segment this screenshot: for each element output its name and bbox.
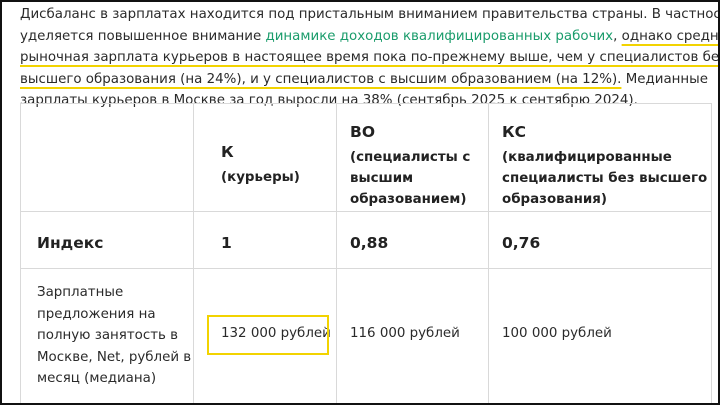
header-desc: (специалисты с bbox=[350, 150, 471, 165]
salary-label-line: предложения на bbox=[37, 306, 156, 322]
header-skilled-no-degree: КС (квалифицированные специалисты без вы… bbox=[502, 122, 707, 210]
header-desc: образованием) bbox=[350, 192, 467, 207]
header-desc: (курьеры) bbox=[221, 170, 300, 185]
column-divider bbox=[336, 104, 337, 403]
header-desc: высшим bbox=[350, 171, 414, 186]
paragraph-text: , bbox=[613, 28, 622, 44]
column-divider bbox=[193, 104, 194, 403]
paragraph-text: Медианные bbox=[621, 71, 708, 87]
header-code: ВО bbox=[350, 123, 375, 141]
paragraph-text: уделяется повышенное внимание bbox=[20, 28, 266, 44]
salary-value-skilled: 100 000 рублей bbox=[502, 326, 612, 341]
paragraph-line-2: уделяется повышенное внимание динамике д… bbox=[20, 26, 718, 48]
salary-value-higher-education: 116 000 рублей bbox=[350, 326, 460, 341]
salary-label: Зарплатные предложения на полную занятос… bbox=[37, 282, 191, 390]
highlighted-text: рыночная зарплата курьеров в настоящее в… bbox=[20, 50, 720, 65]
salary-label-line: Москве, Net, рублей в bbox=[37, 349, 192, 365]
paragraph-line-3: рыночная зарплата курьеров в настоящее в… bbox=[20, 47, 718, 69]
salary-label-line: Зарплатные bbox=[37, 285, 124, 300]
paragraph-line-1: Дисбаланс в зарплатах находится под прис… bbox=[20, 7, 720, 22]
row-divider bbox=[21, 211, 711, 212]
highlight-box bbox=[207, 315, 329, 355]
highlighted-text: высшего образования (на 24%), и у специа… bbox=[20, 71, 622, 87]
header-couriers: К (курьеры) bbox=[221, 142, 300, 188]
header-higher-education: ВО (специалисты с высшим образованием) bbox=[350, 122, 470, 210]
row-divider bbox=[21, 268, 711, 269]
header-desc: (квалифицированные bbox=[502, 150, 672, 165]
column-divider bbox=[488, 104, 489, 403]
document-frame: Дисбаланс в зарплатах находится под прис… bbox=[0, 0, 720, 405]
income-dynamics-link[interactable]: динамике доходов квалифицированных рабоч… bbox=[265, 29, 613, 44]
header-code: КС bbox=[502, 123, 527, 141]
salary-label-line: полную занятость в bbox=[37, 328, 179, 343]
index-value-skilled: 0,76 bbox=[502, 234, 541, 252]
header-desc: специалисты без высшего bbox=[502, 171, 708, 186]
index-value-higher-education: 0,88 bbox=[350, 234, 389, 252]
highlighted-text: однако средняя bbox=[621, 28, 719, 44]
paragraph-line-4: высшего образования (на 24%), и у специа… bbox=[20, 69, 710, 91]
salary-comparison-table: К (курьеры) ВО (специалисты с высшим обр… bbox=[20, 103, 712, 403]
salary-label-line: месяц (медиана) bbox=[37, 371, 157, 386]
index-label: Индекс bbox=[37, 234, 104, 252]
header-code: К bbox=[221, 143, 234, 161]
intro-paragraph: Дисбаланс в зарплатах находится под прис… bbox=[20, 4, 720, 112]
header-desc: образования) bbox=[502, 192, 608, 207]
index-value-couriers: 1 bbox=[221, 234, 232, 252]
